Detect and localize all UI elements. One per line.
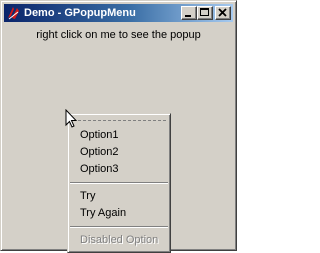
menu-item-try[interactable]: Try [70, 188, 168, 205]
tk-feather-icon[interactable] [6, 5, 22, 21]
menu-item-option1[interactable]: Option1 [70, 127, 168, 144]
title-bar[interactable]: Demo - GPopupMenu [4, 4, 233, 22]
popup-menu: Option1 Option2 Option3 Try Try Again Di… [67, 113, 171, 253]
minimize-button[interactable] [181, 6, 197, 20]
menu-item-try-again[interactable]: Try Again [70, 205, 168, 222]
window-title: Demo - GPopupMenu [24, 7, 136, 19]
menu-item-option3[interactable]: Option3 [70, 161, 168, 178]
tearoff-line[interactable] [78, 120, 166, 121]
menu-separator [70, 182, 168, 184]
close-button[interactable] [215, 6, 231, 20]
maximize-icon [200, 8, 209, 16]
maximize-button[interactable] [197, 6, 213, 20]
minimize-icon [185, 15, 191, 17]
menu-separator [70, 226, 168, 228]
menu-item-option2[interactable]: Option2 [70, 144, 168, 161]
mouse-cursor-icon [65, 109, 78, 128]
instruction-label: right click on me to see the popup [36, 29, 201, 41]
client-area[interactable]: right click on me to see the popup Optio… [4, 23, 233, 253]
menu-item-disabled-option: Disabled Option [80, 234, 159, 246]
close-icon [218, 8, 227, 17]
main-window: Demo - GPopupMenu right click on me to s… [0, 0, 237, 253]
